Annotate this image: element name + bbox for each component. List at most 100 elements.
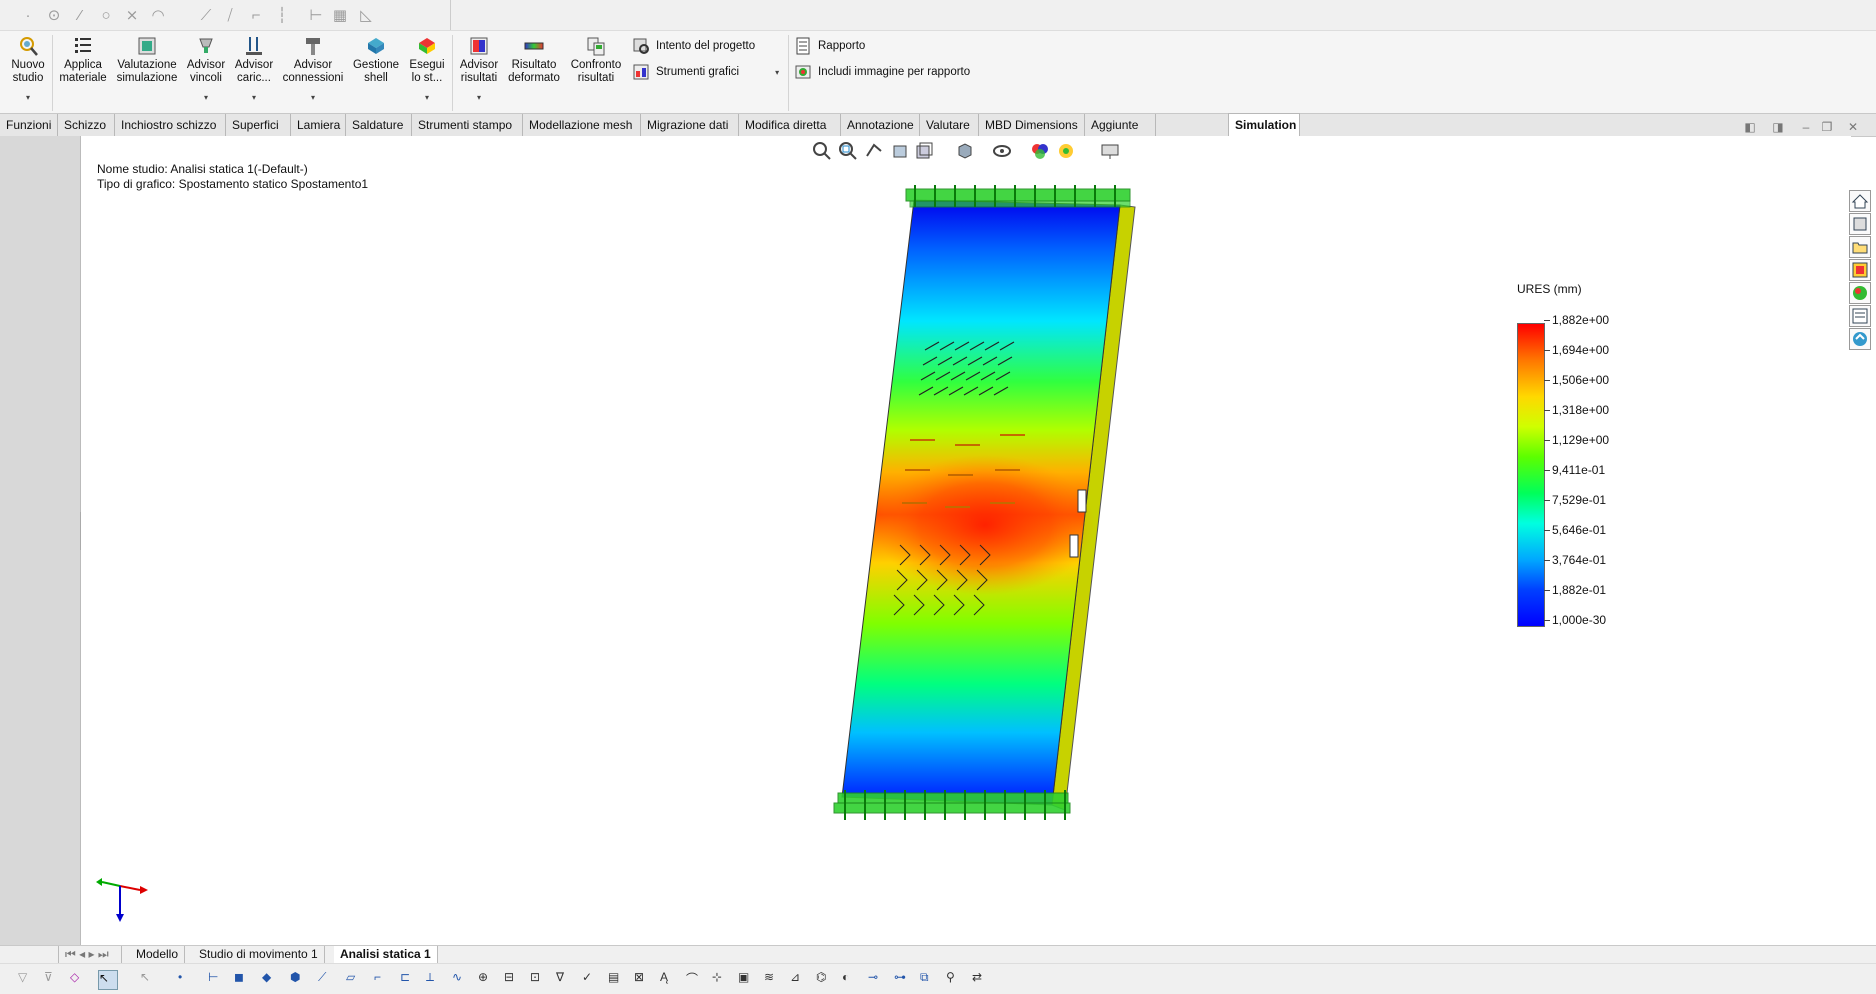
minimize-icon[interactable]: – — [1799, 120, 1813, 134]
filter-block-icon[interactable]: ▣ — [738, 970, 756, 988]
line-icon[interactable]: ⁄ — [70, 5, 90, 25]
filter-symbol-icon[interactable]: ⊕ — [478, 970, 496, 988]
chevron-down-icon[interactable]: ▾ — [477, 91, 481, 104]
filter-curve-icon[interactable]: ⊏ — [400, 970, 418, 988]
zoom-area-icon[interactable] — [838, 141, 858, 161]
custom-properties-icon[interactable] — [1849, 305, 1871, 327]
filter-spring-icon[interactable]: ≋ — [764, 970, 782, 988]
fixtures-advisor-button[interactable]: Advisor vincoli ▾ — [184, 35, 228, 104]
filter-reference-icon[interactable]: ⚲ — [946, 970, 964, 988]
filter-routing-icon[interactable]: ⊿ — [790, 970, 808, 988]
filter-component-icon[interactable]: ⊶ — [894, 970, 912, 988]
plot-tools-button[interactable]: Strumenti grafici ▾ — [632, 63, 779, 81]
corner-icon[interactable]: ⌐ — [246, 5, 266, 25]
circle-center-icon[interactable]: ⊙ — [44, 5, 64, 25]
tab-direct-editing[interactable]: Modifica diretta — [739, 114, 841, 136]
filter-edges-icon[interactable]: ⊽ — [44, 970, 62, 988]
filter-point-icon[interactable]: ⌐ — [374, 970, 392, 988]
file-explorer-icon[interactable] — [1849, 236, 1871, 258]
simulation-evaluation-button[interactable]: Valutazione simulazione — [112, 35, 182, 85]
filter-axis-icon[interactable]: ⟋ — [318, 970, 336, 988]
chevron-down-icon[interactable]: ▾ — [26, 91, 30, 104]
appearance-icon[interactable] — [1030, 141, 1050, 161]
filter-solid-icon[interactable]: ◼ — [234, 970, 252, 988]
filter-datum-icon[interactable]: ⊟ — [504, 970, 522, 988]
circle-icon[interactable]: ○ — [96, 5, 116, 25]
tab-evaluate[interactable]: Valutare — [920, 114, 979, 136]
filter-hole-icon[interactable]: ⌒ — [686, 970, 704, 988]
filter-weld-icon[interactable]: ∇ — [556, 970, 574, 988]
filter-dimension-icon[interactable]: ⟂ — [426, 970, 444, 988]
maximize-icon[interactable]: ❐ — [1820, 120, 1834, 134]
tab-features[interactable]: Funzioni — [0, 114, 58, 136]
tab-surfaces[interactable]: Superfici — [226, 114, 291, 136]
dimension-icon[interactable]: ⊢ — [306, 5, 326, 25]
filter-mate-icon[interactable]: ⊸ — [868, 970, 886, 988]
scene-icon[interactable] — [1056, 141, 1076, 161]
compare-results-button[interactable]: Confronto risultati — [566, 35, 626, 85]
filter-center-mark-icon[interactable]: ⊹ — [712, 970, 730, 988]
tab-model[interactable]: Modello — [130, 946, 186, 963]
filter-balloon-icon[interactable]: ⊡ — [530, 970, 548, 988]
filter-tolerance-icon[interactable]: ✓ — [582, 970, 600, 988]
restore-left-icon[interactable]: ◧ — [1743, 120, 1757, 134]
deformed-model-plot[interactable] — [820, 185, 1150, 845]
tab-mbd-dimensions[interactable]: MBD Dimensions — [979, 114, 1085, 136]
tab-annotation[interactable]: Annotazione — [841, 114, 920, 136]
point-icon[interactable]: · — [18, 5, 38, 25]
tab-simulation[interactable]: Simulation — [1228, 113, 1300, 136]
arc-icon[interactable]: ◠ — [148, 5, 168, 25]
view-orientation-icon[interactable] — [914, 141, 934, 161]
tab-sketch-ink[interactable]: Inchiostro schizzo — [115, 114, 226, 136]
chevron-down-icon[interactable]: ▾ — [775, 68, 779, 77]
chevron-down-icon[interactable]: ▾ — [425, 91, 429, 104]
filter-faces-icon[interactable]: ◇ — [70, 970, 88, 988]
results-advisor-button[interactable]: Advisor risultati ▾ — [456, 35, 502, 104]
previous-view-icon[interactable] — [864, 141, 884, 161]
deformed-result-button[interactable]: Risultato deformato — [504, 35, 564, 85]
run-study-button[interactable]: Esegui lo st... ▾ — [406, 35, 448, 104]
filter-cosmetic-icon[interactable]: ⊠ — [634, 970, 652, 988]
offset-icon[interactable]: ⟋ — [196, 5, 216, 25]
section-view-icon[interactable] — [890, 141, 910, 161]
tab-static-analysis[interactable]: Analisi statica 1 — [334, 946, 438, 963]
hide-show-icon[interactable] — [992, 141, 1012, 161]
feature-manager-panel[interactable] — [0, 136, 81, 946]
select-other-icon[interactable]: ↖ — [140, 970, 158, 988]
view-settings-icon[interactable] — [1100, 141, 1120, 161]
select-arrow-icon[interactable]: ↖ — [98, 970, 118, 990]
apply-material-button[interactable]: Applica materiale — [56, 35, 110, 85]
close-icon[interactable]: ✕ — [1846, 120, 1860, 134]
chevron-down-icon[interactable]: ▾ — [252, 91, 256, 104]
tab-mesh-modeling[interactable]: Modellazione mesh — [523, 114, 641, 136]
filter-vertices-icon[interactable]: • — [178, 970, 196, 988]
filter-icon[interactable]: ▽ — [18, 970, 36, 988]
design-library-icon[interactable] — [1849, 213, 1871, 235]
filter-connector-icon[interactable]: ⌬ — [816, 970, 834, 988]
filter-gtol-icon[interactable]: ▤ — [608, 970, 626, 988]
tab-weldments[interactable]: Saldature — [346, 114, 412, 136]
chevron-down-icon[interactable]: ▾ — [204, 91, 208, 104]
loads-advisor-button[interactable]: Advisor caric... ▾ — [232, 35, 276, 104]
filter-assembly-icon[interactable]: ⧉ — [920, 970, 938, 988]
tab-add-ins[interactable]: Aggiunte — [1085, 114, 1156, 136]
appearances-icon[interactable] — [1849, 282, 1871, 304]
display-style-icon[interactable] — [955, 141, 975, 161]
filter-surface-finish-icon[interactable]: Ą — [660, 970, 678, 988]
chevron-down-icon[interactable]: ▾ — [311, 91, 315, 104]
filter-sensor-icon[interactable]: ◐ — [842, 970, 860, 988]
tab-data-migration[interactable]: Migrazione dati — [641, 114, 739, 136]
trim-icon[interactable]: ⨯ — [122, 5, 142, 25]
filter-note-icon[interactable]: ∿ — [452, 970, 470, 988]
connections-advisor-button[interactable]: Advisor connessioni ▾ — [280, 35, 346, 104]
restore-right-icon[interactable]: ◨ — [1771, 120, 1785, 134]
tab-motion-study[interactable]: Studio di movimento 1 — [193, 946, 325, 963]
filter-toggle-icon[interactable]: ⇄ — [972, 970, 990, 988]
zoom-to-fit-icon[interactable] — [812, 141, 832, 161]
view-palette-icon[interactable] — [1849, 259, 1871, 281]
filter-body-icon[interactable]: ⬢ — [290, 970, 308, 988]
dashed-corner-icon[interactable]: ┆ — [272, 5, 292, 25]
grid-icon[interactable]: ▦ — [330, 5, 350, 25]
include-image-report-button[interactable]: Includi immagine per rapporto — [794, 63, 970, 81]
report-button[interactable]: Rapporto — [794, 37, 865, 55]
